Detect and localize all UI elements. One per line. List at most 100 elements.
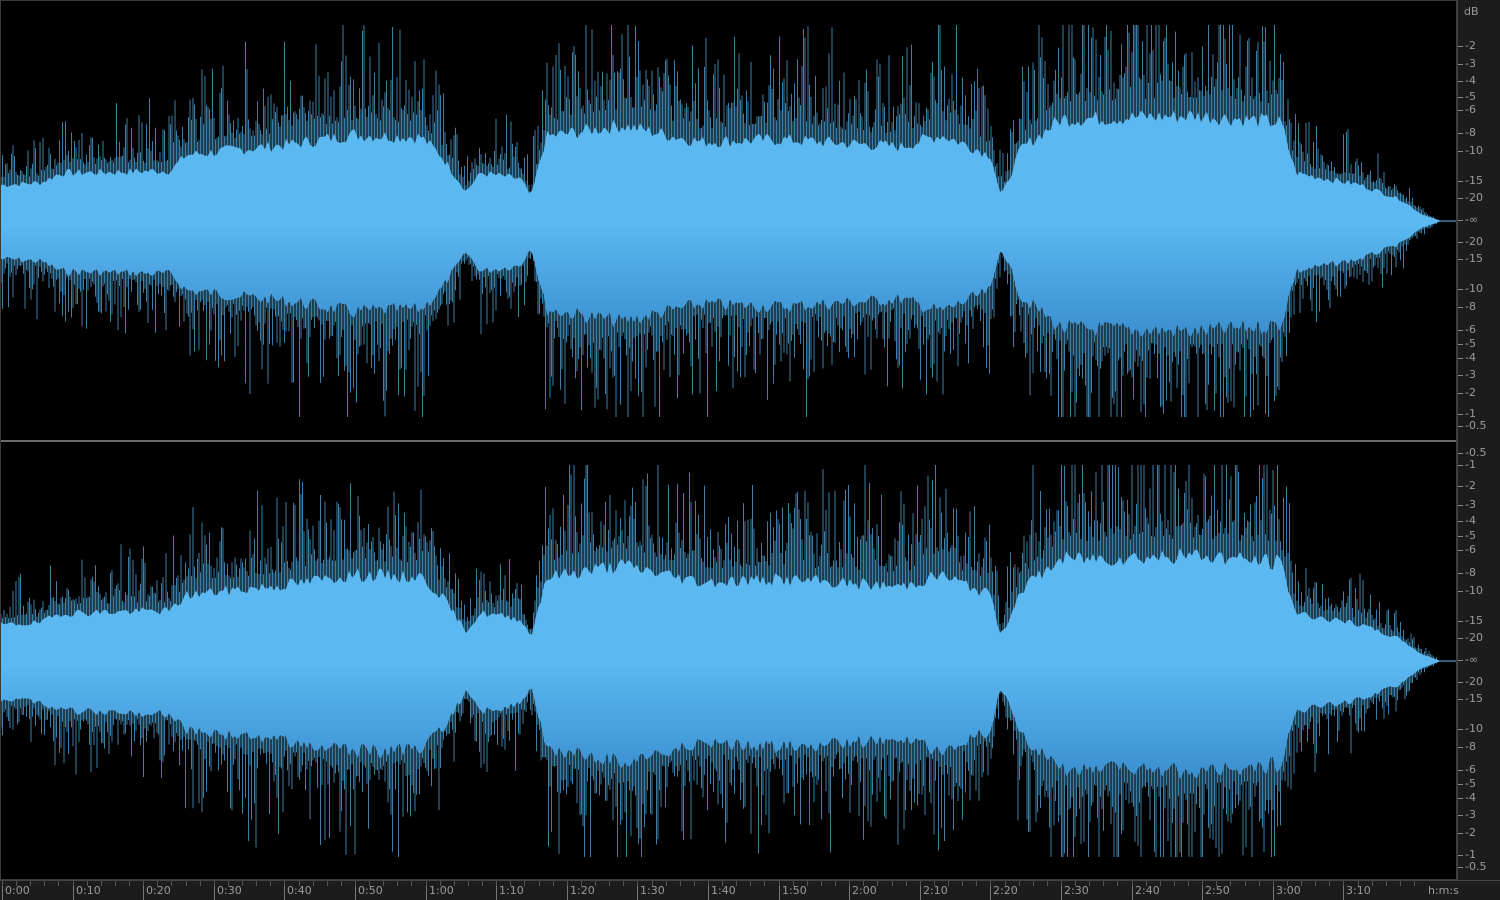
time-minor-tick <box>214 881 215 886</box>
time-minor-tick <box>2 881 3 886</box>
time-minor-tick <box>1358 881 1359 886</box>
time-minor-tick <box>1146 881 1147 886</box>
right-channel-db-label: -∞ <box>1465 653 1479 666</box>
waveform-display[interactable] <box>0 0 1457 880</box>
left-channel-db-label: -10 <box>1465 282 1483 295</box>
time-minor-tick <box>1230 881 1231 886</box>
time-minor-tick <box>835 881 836 886</box>
right-channel-db-label: -0.5 <box>1465 860 1487 873</box>
time-minor-tick <box>595 881 596 886</box>
time-minor-tick <box>722 881 723 886</box>
time-minor-tick <box>1005 881 1006 886</box>
time-minor-tick <box>1301 881 1302 886</box>
right-channel-db-label: -2 <box>1465 479 1476 492</box>
time-label: 3:10 <box>1346 884 1371 897</box>
right-channel-db-label: -2 <box>1465 826 1476 839</box>
time-minor-tick <box>1343 881 1344 886</box>
right-channel-db-label: -8 <box>1465 740 1476 753</box>
time-minor-tick <box>849 881 850 886</box>
left-channel-db-tick <box>1458 330 1463 331</box>
time-minor-tick <box>73 881 74 886</box>
time-minor-tick <box>920 881 921 886</box>
time-minor-tick <box>553 881 554 886</box>
time-minor-tick <box>482 881 483 886</box>
time-minor-tick <box>200 881 201 886</box>
time-minor-tick <box>877 881 878 886</box>
left-channel-db-label: -5 <box>1465 90 1476 103</box>
time-minor-tick <box>736 881 737 886</box>
time-label: 2:00 <box>852 884 877 897</box>
left-channel-db-tick <box>1458 344 1463 345</box>
time-label: 2:10 <box>923 884 948 897</box>
right-channel-db-tick <box>1458 505 1463 506</box>
time-minor-tick <box>990 881 991 886</box>
time-minor-tick <box>228 881 229 886</box>
left-channel-db-tick <box>1458 110 1463 111</box>
time-minor-tick <box>1174 881 1175 886</box>
time-label: 2:50 <box>1205 884 1230 897</box>
left-channel-waveform-graphic <box>1 25 1456 417</box>
time-minor-tick <box>101 881 102 886</box>
time-minor-tick <box>510 881 511 886</box>
time-minor-tick <box>129 881 130 886</box>
time-minor-tick <box>976 881 977 886</box>
right-channel-db-tick <box>1458 784 1463 785</box>
time-label: 1:30 <box>640 884 665 897</box>
time-minor-tick <box>1372 881 1373 886</box>
time-minor-tick <box>948 881 949 886</box>
timeline-ruler[interactable]: h:m:s 0:00 0:10 0:20 0:30 0:40 0:50 1:00 1:10 1:… <box>0 880 1500 900</box>
left-channel-waveform[interactable] <box>1 2 1456 440</box>
left-channel-db-label: -20 <box>1465 191 1483 204</box>
left-channel-db-label: -4 <box>1465 74 1476 87</box>
right-channel-db-label: -5 <box>1465 529 1476 542</box>
time-minor-tick <box>807 881 808 886</box>
time-minor-tick <box>1188 881 1189 886</box>
time-minor-tick <box>623 881 624 886</box>
right-channel-db-label: -10 <box>1465 722 1483 735</box>
time-minor-tick <box>369 881 370 886</box>
time-minor-tick <box>1132 881 1133 886</box>
right-channel-db-tick <box>1458 699 1463 700</box>
time-minor-tick <box>186 881 187 886</box>
right-channel-db-tick <box>1458 486 1463 487</box>
time-minor-tick <box>1315 881 1316 886</box>
time-minor-tick <box>299 881 300 886</box>
time-minor-tick <box>821 881 822 886</box>
time-label: 0:00 <box>5 884 30 897</box>
right-channel-waveform-graphic <box>1 465 1456 857</box>
time-minor-tick <box>1202 881 1203 886</box>
left-channel-db-tick <box>1458 289 1463 290</box>
right-channel-db-tick <box>1458 621 1463 622</box>
time-minor-tick <box>341 881 342 886</box>
time-minor-tick <box>1273 881 1274 886</box>
left-channel-db-label: -5 <box>1465 337 1476 350</box>
left-channel-db-label: -8 <box>1465 300 1476 313</box>
left-channel-db-label: -6 <box>1465 103 1476 116</box>
right-channel-db-tick <box>1458 833 1463 834</box>
time-minor-tick <box>87 881 88 886</box>
right-channel-db-tick <box>1458 521 1463 522</box>
left-channel-db-tick <box>1458 242 1463 243</box>
left-channel-db-label: -2 <box>1465 386 1476 399</box>
time-minor-tick <box>694 881 695 886</box>
time-minor-tick <box>1019 881 1020 886</box>
right-channel-db-tick <box>1458 536 1463 537</box>
left-channel-db-label: -20 <box>1465 235 1483 248</box>
right-channel-waveform[interactable] <box>1 442 1456 880</box>
time-minor-tick <box>567 881 568 886</box>
right-channel-db-tick <box>1458 660 1463 661</box>
left-channel-db-tick <box>1458 220 1463 221</box>
left-channel-db-label: -15 <box>1465 174 1483 187</box>
time-minor-tick <box>115 881 116 886</box>
time-minor-tick <box>1089 881 1090 886</box>
left-channel-db-tick <box>1458 46 1463 47</box>
time-minor-tick <box>1216 881 1217 886</box>
right-channel-db-tick <box>1458 682 1463 683</box>
time-label: 1:00 <box>429 884 454 897</box>
left-channel-db-label: -2 <box>1465 39 1476 52</box>
left-channel-db-tick <box>1458 81 1463 82</box>
amplitude-ruler[interactable]: -2 -3 -4 -5 -6 -8 -10 -15 -20 -∞ -20 -15 -10 -8 -6 -5 -4… <box>1457 0 1500 880</box>
left-channel-db-label: -10 <box>1465 144 1483 157</box>
right-channel-db-tick <box>1458 815 1463 816</box>
right-channel-db-label: -15 <box>1465 614 1483 627</box>
